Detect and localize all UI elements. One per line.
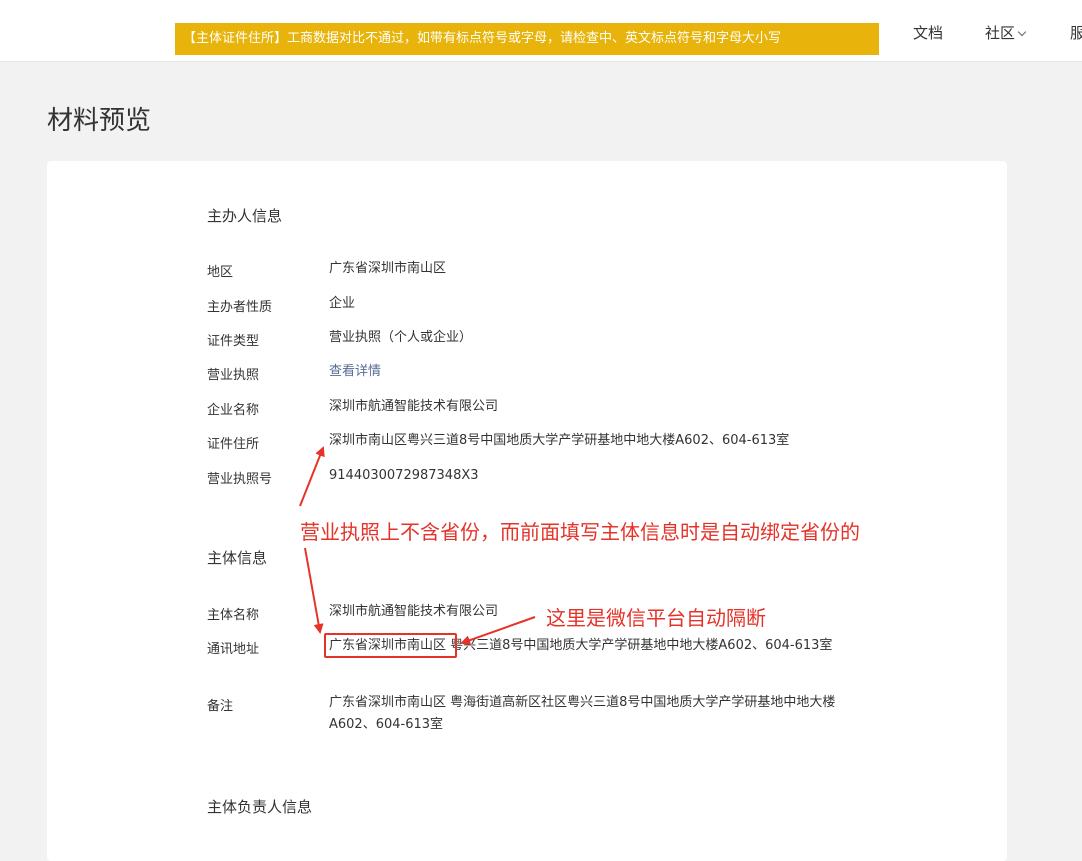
responsible-person-heading: 主体负责人信息 — [207, 798, 313, 816]
license-number-label: 营业执照号 — [207, 472, 273, 487]
certificate-type-label: 证件类型 — [207, 334, 260, 349]
company-name-label: 企业名称 — [207, 403, 260, 418]
nav-community-label: 社区 — [985, 24, 1016, 42]
error-alert-banner: 【主体证件住所】工商数据对比不通过，如带有标点符号或字母，请检查中、英文标点符号… — [175, 23, 879, 55]
remarks-label: 备注 — [207, 699, 234, 714]
certificate-address-value: 深圳市南山区粤兴三道8号中国地质大学产学研基地中地大楼A602、604-613室 — [329, 433, 790, 448]
annotation-note-license: 营业执照上不含省份，而前面填写主体信息时是自动绑定省份的 — [300, 520, 860, 544]
company-name-value: 深圳市航通智能技术有限公司 — [329, 399, 499, 414]
sponsor-nature-label: 主办者性质 — [207, 300, 273, 315]
annotation-note-platform-split: 这里是微信平台自动隔断 — [546, 606, 766, 630]
nav-docs-link[interactable]: 文档 — [913, 22, 943, 43]
chevron-down-icon — [1017, 27, 1027, 37]
subject-info-heading: 主体信息 — [207, 549, 268, 567]
sponsor-nature-value: 企业 — [329, 296, 356, 311]
subject-name-value: 深圳市航通智能技术有限公司 — [329, 604, 499, 619]
subject-name-label: 主体名称 — [207, 608, 260, 623]
region-label: 地区 — [207, 265, 234, 280]
region-value: 广东省深圳市南山区 — [329, 261, 447, 276]
page-title: 材料预览 — [47, 106, 152, 136]
business-license-label: 营业执照 — [207, 368, 260, 383]
top-navigation-bar: 【主体证件住所】工商数据对比不通过，如带有标点符号或字母，请检查中、英文标点符号… — [0, 0, 1082, 62]
sponsor-info-heading: 主办人信息 — [207, 207, 283, 225]
certificate-type-value: 营业执照（个人或企业） — [329, 330, 473, 345]
view-details-link[interactable]: 查看详情 — [329, 361, 381, 383]
remarks-value: 广东省深圳市南山区 粤海街道高新区社区粤兴三道8号中国地质大学产学研基地中地大楼… — [329, 695, 836, 732]
license-number-value: 9144030072987348X3 — [329, 468, 479, 483]
nav-community-dropdown[interactable]: 社区 — [985, 22, 1027, 43]
nav-service-link[interactable]: 服 — [1070, 22, 1082, 43]
province-highlight-box — [324, 633, 457, 658]
material-preview-card — [47, 161, 1007, 861]
certificate-address-label: 证件住所 — [207, 437, 260, 452]
mailing-address-label: 通讯地址 — [207, 642, 260, 657]
